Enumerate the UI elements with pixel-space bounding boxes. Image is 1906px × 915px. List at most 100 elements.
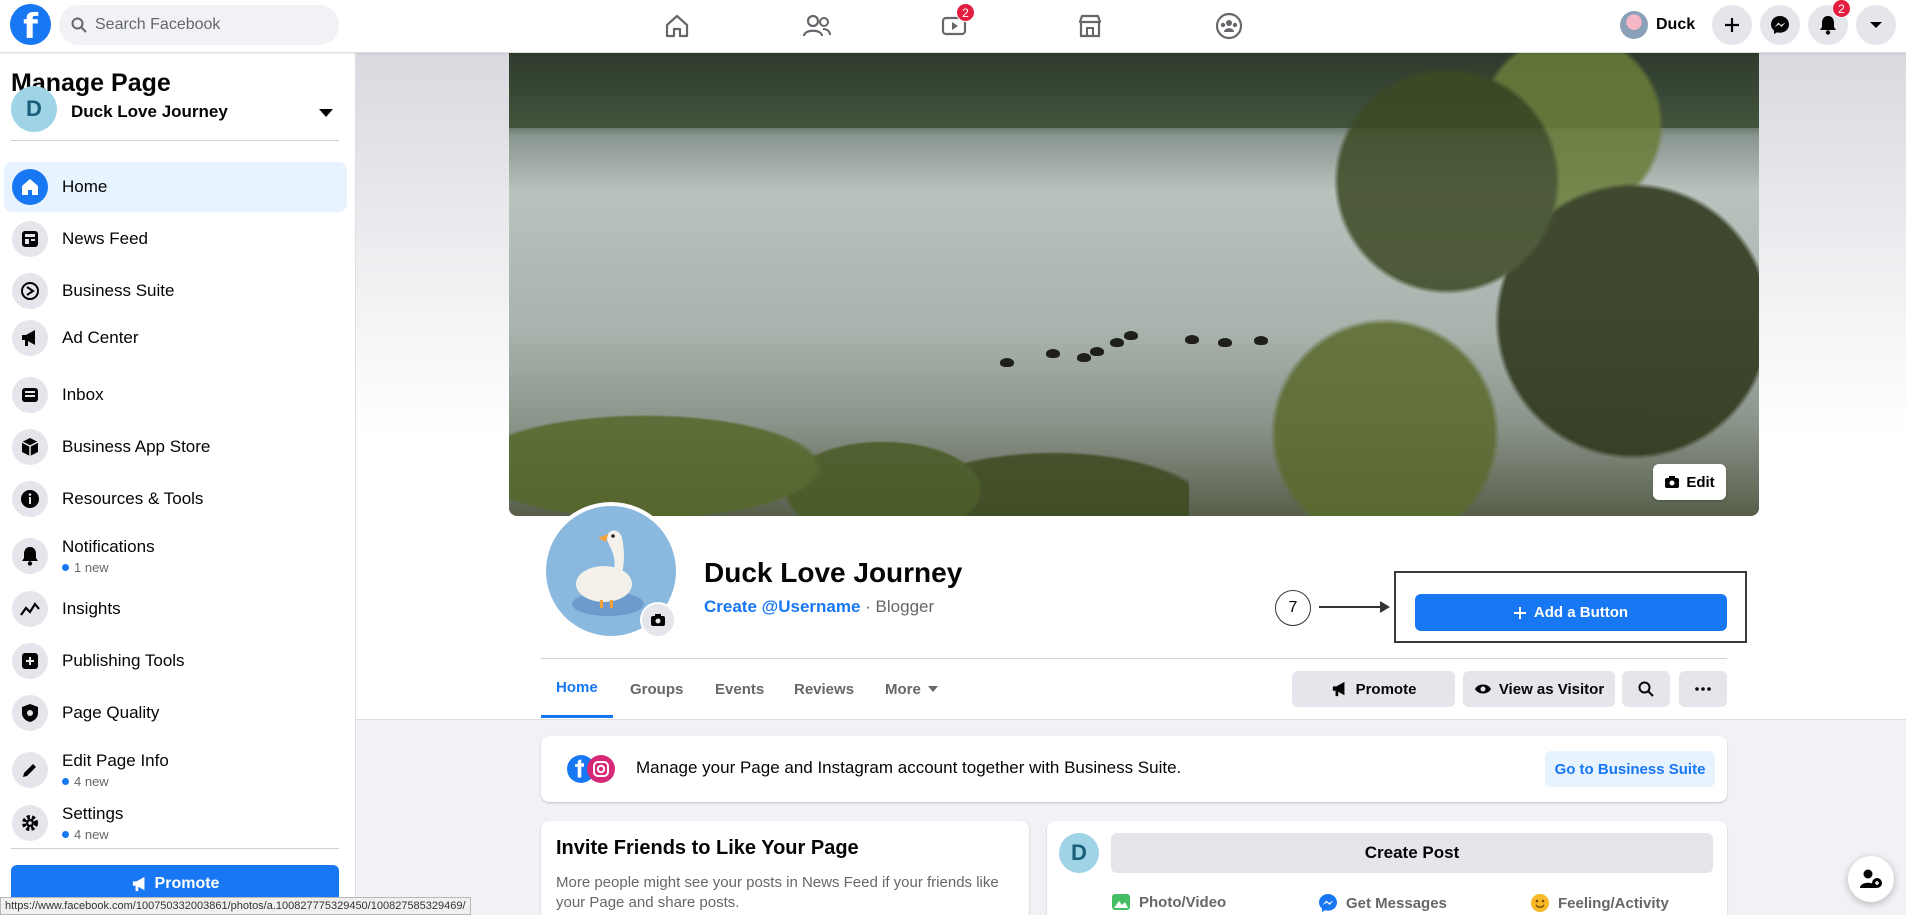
- more-options-button[interactable]: [1679, 671, 1727, 707]
- page-search-button[interactable]: [1622, 671, 1670, 707]
- tab-events[interactable]: Events: [700, 660, 779, 718]
- add-a-button-button[interactable]: Add a Button: [1415, 594, 1727, 631]
- view-as-visitor-label: View as Visitor: [1498, 680, 1605, 698]
- groups-icon: [1215, 12, 1243, 40]
- sidebar-item-publishing-tools[interactable]: Publishing Tools: [4, 636, 347, 686]
- create-post-card: D Create Post Photo/Video Get Messages F…: [1047, 821, 1727, 915]
- eye-icon: [1474, 684, 1491, 694]
- sidebar-item-label: Settings: [62, 804, 124, 823]
- caret-down-icon: [319, 108, 333, 117]
- tab-reviews[interactable]: Reviews: [779, 660, 869, 718]
- publishing-icon: [12, 643, 48, 679]
- sidebar-item-resources-tools[interactable]: Resources & Tools: [4, 474, 347, 524]
- sidebar-item-insights[interactable]: Insights: [4, 584, 347, 634]
- cover-photo[interactable]: [509, 53, 1759, 516]
- top-navigation-bar: f 2 Duck 2: [0, 0, 1906, 53]
- annotation-arrow-line: [1319, 606, 1384, 608]
- sidebar-item-notifications[interactable]: Notifications 1 new: [4, 526, 347, 586]
- business-suite-icon: [12, 273, 48, 309]
- watch-badge: 2: [956, 3, 975, 22]
- sidebar-item-label: Page Quality: [62, 703, 160, 722]
- account-menu-button[interactable]: [1856, 5, 1896, 45]
- messenger-icon: [1771, 16, 1789, 34]
- camera-icon: [651, 614, 665, 626]
- sidebar-item-label: News Feed: [62, 229, 148, 248]
- search-input[interactable]: [95, 16, 315, 34]
- sidebar-promote-label: Promote: [154, 875, 220, 892]
- sidebar-item-label: Publishing Tools: [62, 651, 185, 670]
- page-avatar: D: [1059, 833, 1099, 873]
- sidebar-item-home[interactable]: Home: [4, 162, 347, 212]
- megaphone-icon: [12, 320, 48, 356]
- get-messages-action[interactable]: Get Messages: [1318, 893, 1447, 913]
- sidebar-item-inbox[interactable]: Inbox: [4, 370, 347, 420]
- cover-foliage-left: [509, 306, 1189, 516]
- invite-friends-card: Invite Friends to Like Your Page More pe…: [541, 821, 1029, 915]
- duck-silhouette: [1046, 349, 1060, 358]
- inbox-icon: [12, 377, 48, 413]
- duck-silhouette: [1000, 358, 1014, 367]
- sidebar-item-business-app-store[interactable]: Business App Store: [4, 422, 347, 472]
- plus-icon: [1725, 18, 1739, 32]
- cube-icon: [12, 429, 48, 465]
- megaphone-icon: [132, 876, 144, 892]
- sidebar-item-page-quality[interactable]: Page Quality: [4, 688, 347, 738]
- sidebar-item-edit-page-info[interactable]: Edit Page Info 4 new: [4, 740, 347, 800]
- bell-icon: [1820, 16, 1836, 35]
- profile-chip[interactable]: Duck: [1616, 6, 1703, 44]
- sidebar-item-news-feed[interactable]: News Feed: [4, 214, 347, 264]
- home-outline-icon: [665, 14, 689, 38]
- invite-card-title: Invite Friends to Like Your Page: [556, 837, 859, 859]
- sidebar-item-label: Ad Center: [62, 328, 139, 347]
- contacts-float-button[interactable]: [1848, 856, 1894, 902]
- edit-cover-label: Edit: [1686, 473, 1715, 491]
- home-icon: [12, 169, 48, 205]
- tab-groups[interactable]: Groups: [615, 660, 698, 718]
- sidebar-item-new-count: 1 new: [62, 560, 155, 575]
- view-as-visitor-button[interactable]: View as Visitor: [1463, 671, 1615, 707]
- create-username-link[interactable]: Create @Username: [704, 597, 860, 616]
- nav-watch[interactable]: 2: [918, 3, 990, 48]
- feeling-activity-action[interactable]: Feeling/Activity: [1530, 893, 1669, 913]
- page-subtitle: Create @Username · Blogger: [704, 597, 934, 617]
- create-button[interactable]: [1712, 5, 1752, 45]
- subtitle-separator: ·: [860, 597, 876, 616]
- photo-video-action[interactable]: Photo/Video: [1111, 893, 1226, 911]
- business-suite-text: Manage your Page and Instagram account t…: [636, 758, 1182, 777]
- add-a-button-label: Add a Button: [1533, 604, 1629, 621]
- search-box[interactable]: [59, 5, 339, 45]
- friends-icon: [802, 14, 831, 37]
- promote-button[interactable]: Promote: [1292, 671, 1455, 707]
- notifications-button[interactable]: 2: [1808, 0, 1851, 45]
- tab-home[interactable]: Home: [541, 660, 613, 718]
- sidebar-item-ad-center[interactable]: Ad Center: [4, 313, 347, 363]
- edit-cover-button[interactable]: Edit: [1653, 464, 1726, 500]
- browser-status-url: https://www.facebook.com/100750332003861…: [0, 897, 471, 915]
- facebook-logo[interactable]: f: [10, 4, 51, 45]
- nav-marketplace[interactable]: [1054, 4, 1126, 48]
- messenger-button[interactable]: [1760, 5, 1800, 45]
- page-selector[interactable]: D Duck Love Journey: [11, 85, 339, 141]
- tab-more[interactable]: More: [870, 660, 954, 718]
- nav-groups[interactable]: [1193, 4, 1265, 48]
- insights-icon: [12, 591, 48, 627]
- marketplace-icon: [1078, 14, 1102, 38]
- nav-home[interactable]: [641, 4, 713, 48]
- sidebar-item-label: Resources & Tools: [62, 489, 204, 508]
- create-post-button[interactable]: Create Post: [1111, 833, 1713, 873]
- go-to-business-suite-button[interactable]: Go to Business Suite: [1545, 751, 1715, 787]
- shield-icon: [12, 695, 48, 731]
- news-feed-icon: [12, 221, 48, 257]
- sidebar-item-business-suite[interactable]: Business Suite: [4, 266, 347, 316]
- change-profile-photo-button[interactable]: [640, 602, 676, 638]
- sidebar-item-settings[interactable]: Settings 4 new: [4, 798, 347, 848]
- nav-friends[interactable]: [781, 4, 853, 48]
- get-messages-label: Get Messages: [1346, 894, 1447, 912]
- profile-avatar: [1620, 11, 1648, 39]
- duck-silhouette: [1254, 336, 1268, 345]
- sidebar-item-label: Edit Page Info: [62, 751, 169, 770]
- ellipsis-icon: [1695, 687, 1711, 691]
- page-selector-name: Duck Love Journey: [71, 101, 228, 121]
- notifications-badge: 2: [1832, 0, 1851, 18]
- sidebar-divider: [11, 848, 339, 849]
